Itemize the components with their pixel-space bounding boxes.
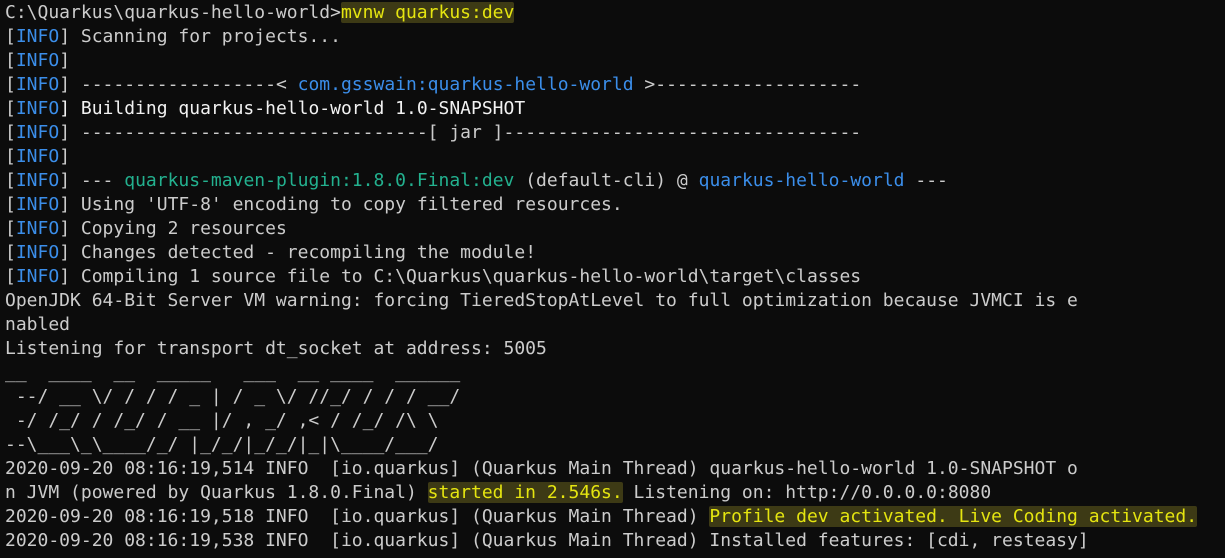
terminal-line: [INFO] Scanning for projects... bbox=[5, 25, 1197, 49]
terminal-text: Listening on: http://0.0.0.0:8080 bbox=[622, 482, 992, 503]
terminal-text: com.gsswain:quarkus-hello-world bbox=[297, 74, 634, 95]
terminal-text: ] Scanning for projects... bbox=[59, 26, 341, 47]
terminal-text: --\___\_\____/_/ |_/_/|_/_/|_|\____/___/ bbox=[5, 434, 471, 455]
terminal-text: [ bbox=[5, 50, 16, 71]
terminal-line: 2020-09-20 08:16:19,514 INFO [io.quarkus… bbox=[5, 457, 1197, 481]
terminal-text: ] Building quarkus-hello-world 1.0-SNAPS… bbox=[59, 98, 526, 119]
terminal-text: --/ __ \/ / / / _ | / _ \/ //_/ / / / __… bbox=[5, 386, 471, 407]
terminal-text: (default-cli) @ bbox=[514, 170, 699, 191]
terminal-text: INFO bbox=[15, 170, 60, 191]
terminal-line: -/ /_/ / /_/ / __ |/ , _/ ,< / /_/ /\ \ bbox=[5, 409, 1197, 433]
terminal-line: [INFO] Copying 2 resources bbox=[5, 217, 1197, 241]
terminal-text: INFO bbox=[15, 242, 60, 263]
terminal-line: C:\Quarkus\quarkus-hello-world>mvnw quar… bbox=[5, 1, 1197, 25]
terminal-window[interactable]: C:\Quarkus\quarkus-hello-world>mvnw quar… bbox=[0, 0, 1225, 558]
terminal-line: [INFO] Changes detected - recompiling th… bbox=[5, 241, 1197, 265]
terminal-text: n JVM (powered by Quarkus 1.8.0.Final) bbox=[5, 482, 428, 503]
terminal-line: __ ____ __ _____ ___ __ ____ ______ bbox=[5, 361, 1197, 385]
terminal-text: --- bbox=[904, 170, 948, 191]
terminal-text: INFO bbox=[15, 26, 60, 47]
terminal-text: INFO bbox=[15, 218, 60, 239]
terminal-line: [INFO] --------------------------------[… bbox=[5, 121, 1197, 145]
terminal-line: 2020-09-20 08:16:19,518 INFO [io.quarkus… bbox=[5, 505, 1198, 529]
terminal-line: Listening for transport dt_socket at add… bbox=[5, 337, 1197, 361]
terminal-text: ] ------------------< bbox=[59, 74, 298, 95]
terminal-text: ] Using 'UTF-8' encoding to copy filtere… bbox=[59, 194, 623, 215]
terminal-line: [INFO] --- quarkus-maven-plugin:1.8.0.Fi… bbox=[5, 169, 1197, 193]
terminal-text: ] --- bbox=[59, 170, 125, 191]
terminal-text: Listening for transport dt_socket at add… bbox=[5, 338, 547, 359]
terminal-text: quarkus-maven-plugin:1.8.0.Final:dev bbox=[124, 170, 515, 191]
terminal-text: [ bbox=[5, 98, 16, 119]
terminal-text: ] --------------------------------[ jar … bbox=[59, 122, 862, 143]
terminal-text: [ bbox=[5, 146, 16, 167]
terminal-line: [INFO] Building quarkus-hello-world 1.0-… bbox=[5, 97, 1197, 121]
terminal-text: [ bbox=[5, 218, 16, 239]
terminal-text: INFO bbox=[15, 74, 60, 95]
terminal-text: -/ /_/ / /_/ / __ |/ , _/ ,< / /_/ /\ \ bbox=[5, 410, 471, 431]
terminal-text: __ ____ __ _____ ___ __ ____ ______ bbox=[5, 362, 471, 383]
terminal-text: ] bbox=[59, 50, 71, 71]
terminal-text: >------------------- bbox=[633, 74, 862, 95]
terminal-text: [ bbox=[5, 194, 16, 215]
terminal-text: ] Changes detected - recompiling the mod… bbox=[59, 242, 537, 263]
terminal-line: [INFO] Compiling 1 source file to C:\Qua… bbox=[5, 265, 1197, 289]
terminal-text: [ bbox=[5, 74, 16, 95]
terminal-text: ] bbox=[59, 146, 71, 167]
terminal-line: --/ __ \/ / / / _ | / _ \/ //_/ / / / __… bbox=[5, 385, 1197, 409]
terminal-line: nabled bbox=[5, 313, 1197, 337]
terminal-text: INFO bbox=[15, 98, 60, 119]
terminal-text: [ bbox=[5, 26, 16, 47]
terminal-text: INFO bbox=[15, 50, 60, 71]
terminal-text: C:\Quarkus\quarkus-hello-world> bbox=[5, 2, 341, 23]
highlighted-text: Profile dev activated. Live Coding activ… bbox=[709, 506, 1198, 527]
terminal-line: 2020-09-20 08:16:19,538 INFO [io.quarkus… bbox=[5, 529, 1197, 553]
terminal-line: --\___\_\____/_/ |_/_/|_/_/|_|\____/___/ bbox=[5, 433, 1197, 457]
terminal-output: C:\Quarkus\quarkus-hello-world>mvnw quar… bbox=[5, 1, 1198, 553]
terminal-line: [INFO] Using 'UTF-8' encoding to copy fi… bbox=[5, 193, 1197, 217]
terminal-line: [INFO] bbox=[5, 49, 1197, 73]
terminal-text: INFO bbox=[15, 146, 60, 167]
terminal-text: OpenJDK 64-Bit Server VM warning: forcin… bbox=[5, 290, 1078, 311]
terminal-text: ] Copying 2 resources bbox=[59, 218, 287, 239]
terminal-text: INFO bbox=[15, 122, 60, 143]
terminal-line: [INFO] ------------------< com.gsswain:q… bbox=[5, 73, 1197, 97]
highlighted-text: started in 2.546s. bbox=[427, 482, 623, 503]
highlighted-text: mvnw quarkus:dev bbox=[340, 2, 515, 23]
terminal-line: OpenJDK 64-Bit Server VM warning: forcin… bbox=[5, 289, 1197, 313]
terminal-text: 2020-09-20 08:16:19,514 INFO [io.quarkus… bbox=[5, 458, 1078, 479]
terminal-text: [ bbox=[5, 266, 16, 287]
terminal-text: nabled bbox=[5, 314, 71, 335]
terminal-line: n JVM (powered by Quarkus 1.8.0.Final) s… bbox=[5, 481, 1197, 505]
terminal-text: 2020-09-20 08:16:19,538 INFO [io.quarkus… bbox=[5, 530, 1089, 551]
terminal-text: 2020-09-20 08:16:19,518 INFO [io.quarkus… bbox=[5, 506, 710, 527]
terminal-text: INFO bbox=[15, 266, 60, 287]
terminal-text: [ bbox=[5, 242, 16, 263]
terminal-text: ] Compiling 1 source file to C:\Quarkus\… bbox=[59, 266, 862, 287]
terminal-line: [INFO] bbox=[5, 145, 1197, 169]
terminal-text: INFO bbox=[15, 194, 60, 215]
terminal-text: [ bbox=[5, 122, 16, 143]
terminal-text: [ bbox=[5, 170, 16, 191]
terminal-text: quarkus-hello-world bbox=[698, 170, 905, 191]
